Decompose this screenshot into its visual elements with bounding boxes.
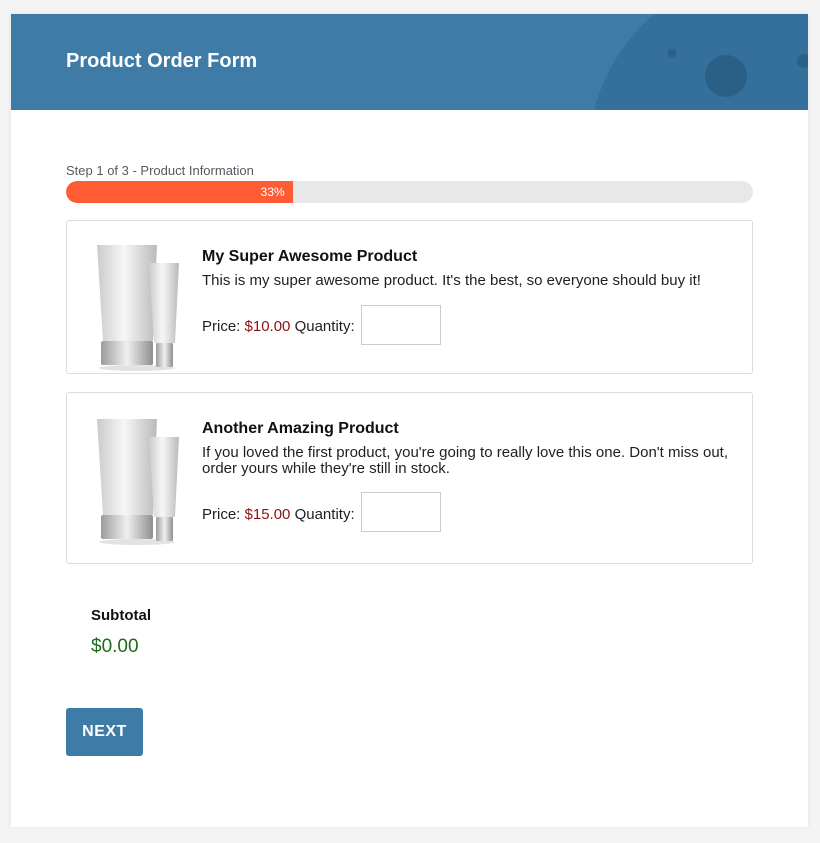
step-label: Step 1 of 3 - Product Information — [66, 163, 254, 178]
price-row: Price: $10.00 Quantity: — [202, 318, 355, 335]
cosmetic-tubes-image — [97, 419, 179, 545]
subtotal-value: $0.00 — [91, 636, 139, 657]
product-name: Another Amazing Product — [202, 420, 399, 437]
progress-bar: 33% — [66, 181, 753, 203]
form-header: Product Order Form — [11, 14, 808, 110]
order-form-card: Product Order Form Step 1 of 3 - Product… — [11, 14, 808, 827]
quantity-label: Quantity: — [294, 318, 355, 335]
price-label: Price: — [202, 506, 241, 523]
next-button[interactable]: NEXT — [66, 708, 143, 756]
product-description: If you loved the first product, you're g… — [202, 444, 728, 477]
price-row: Price: $15.00 Quantity: — [202, 506, 355, 523]
price-label: Price: — [202, 318, 241, 335]
price-value: $10.00 — [244, 318, 291, 335]
quantity-label: Quantity: — [294, 506, 355, 523]
product-card: My Super Awesome Product This is my supe… — [66, 220, 753, 374]
progress-fill: 33% — [66, 181, 293, 203]
product-description: This is my super awesome product. It's t… — [202, 272, 701, 289]
product-name: My Super Awesome Product — [202, 248, 418, 265]
price-value: $15.00 — [244, 506, 291, 523]
progress-percent: 33% — [260, 185, 285, 199]
form-title: Product Order Form — [66, 50, 258, 72]
subtotal-label: Subtotal — [91, 607, 151, 624]
quantity-input[interactable] — [361, 305, 441, 345]
product-card: Another Amazing Product If you loved the… — [66, 392, 753, 564]
cosmetic-tubes-image — [97, 245, 179, 371]
quantity-input[interactable] — [361, 492, 441, 532]
